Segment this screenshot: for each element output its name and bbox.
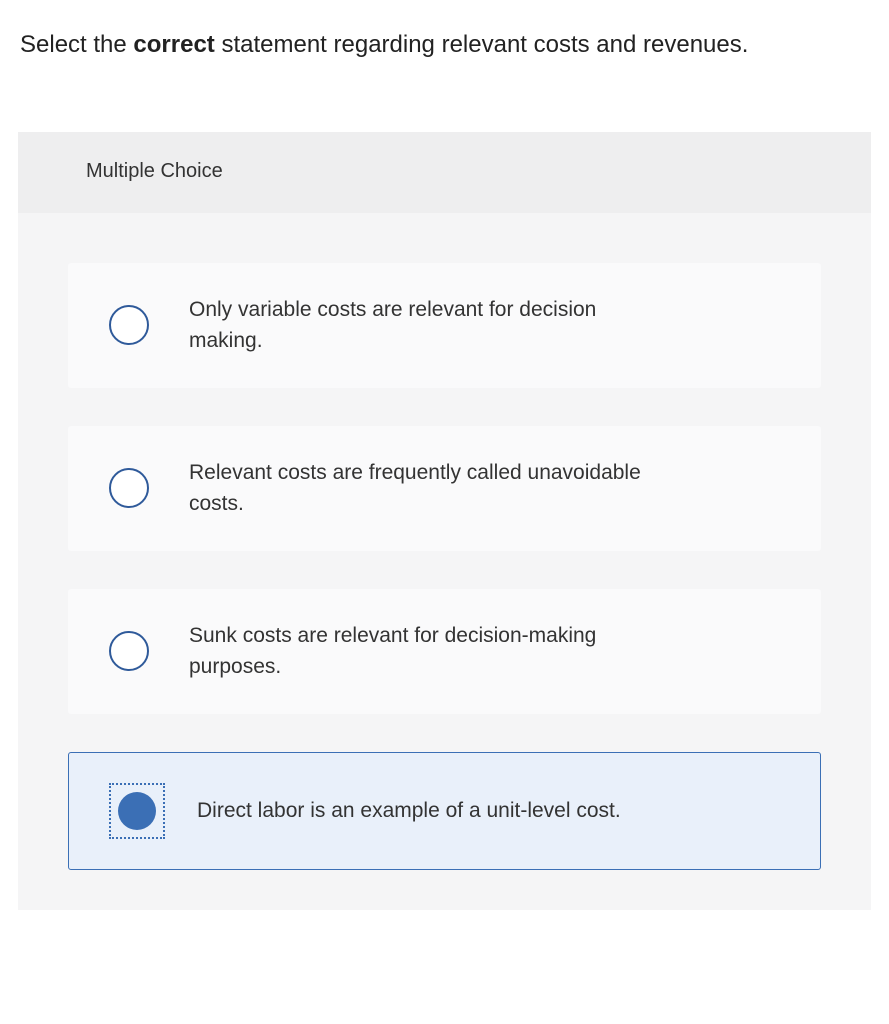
question-suffix: statement regarding relevant costs and r… (215, 31, 749, 58)
option-4[interactable]: Direct labor is an example of a unit-lev… (68, 752, 821, 870)
option-text: Relevant costs are frequently called una… (189, 457, 669, 520)
multiple-choice-container: Multiple Choice Only variable costs are … (18, 132, 871, 910)
question-bold: correct (133, 31, 214, 58)
option-text: Sunk costs are relevant for decision-mak… (189, 620, 669, 683)
option-2[interactable]: Relevant costs are frequently called una… (68, 426, 821, 551)
radio-selected-focus (109, 783, 165, 839)
option-3[interactable]: Sunk costs are relevant for decision-mak… (68, 589, 821, 714)
radio-icon-filled (118, 792, 156, 830)
option-text: Direct labor is an example of a unit-lev… (197, 795, 621, 827)
radio-icon (109, 631, 149, 671)
option-1[interactable]: Only variable costs are relevant for dec… (68, 263, 821, 388)
question-prefix: Select the (20, 31, 133, 58)
options-list: Only variable costs are relevant for dec… (18, 213, 871, 910)
radio-icon (109, 468, 149, 508)
option-text: Only variable costs are relevant for dec… (189, 294, 669, 357)
radio-icon (109, 305, 149, 345)
section-label: Multiple Choice (18, 132, 871, 213)
question-prompt: Select the correct statement regarding r… (0, 0, 889, 82)
